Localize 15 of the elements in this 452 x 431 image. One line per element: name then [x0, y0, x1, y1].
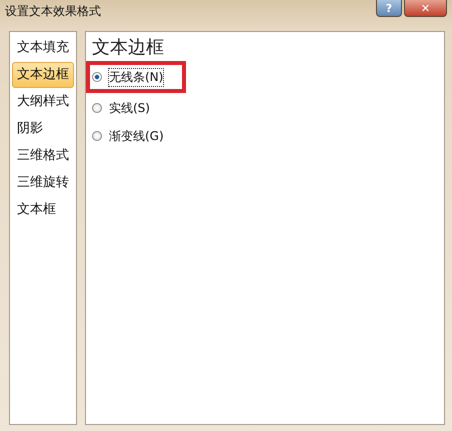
radio-label[interactable]: 渐变线(G)	[108, 126, 165, 146]
sidebar-item[interactable]: 三维格式	[12, 143, 74, 169]
sidebar-item[interactable]: 三维旋转	[12, 170, 74, 196]
sidebar-item[interactable]: 大纲样式	[12, 89, 74, 115]
radio-button[interactable]	[92, 72, 102, 82]
radio-button[interactable]	[92, 131, 102, 141]
sidebar-item[interactable]: 文本边框	[12, 62, 74, 88]
sidebar-item[interactable]: 阴影	[12, 116, 74, 142]
radio-label[interactable]: 无线条(N)	[108, 68, 164, 86]
radio-label[interactable]: 实线(S)	[108, 98, 151, 118]
sidebar-item[interactable]: 文本填充	[12, 35, 74, 61]
section-heading: 文本边框	[92, 36, 165, 60]
radio-button[interactable]	[92, 103, 102, 113]
window-title: 设置文本效果格式	[5, 3, 101, 20]
sidebar-item[interactable]: 文本框	[12, 197, 74, 223]
